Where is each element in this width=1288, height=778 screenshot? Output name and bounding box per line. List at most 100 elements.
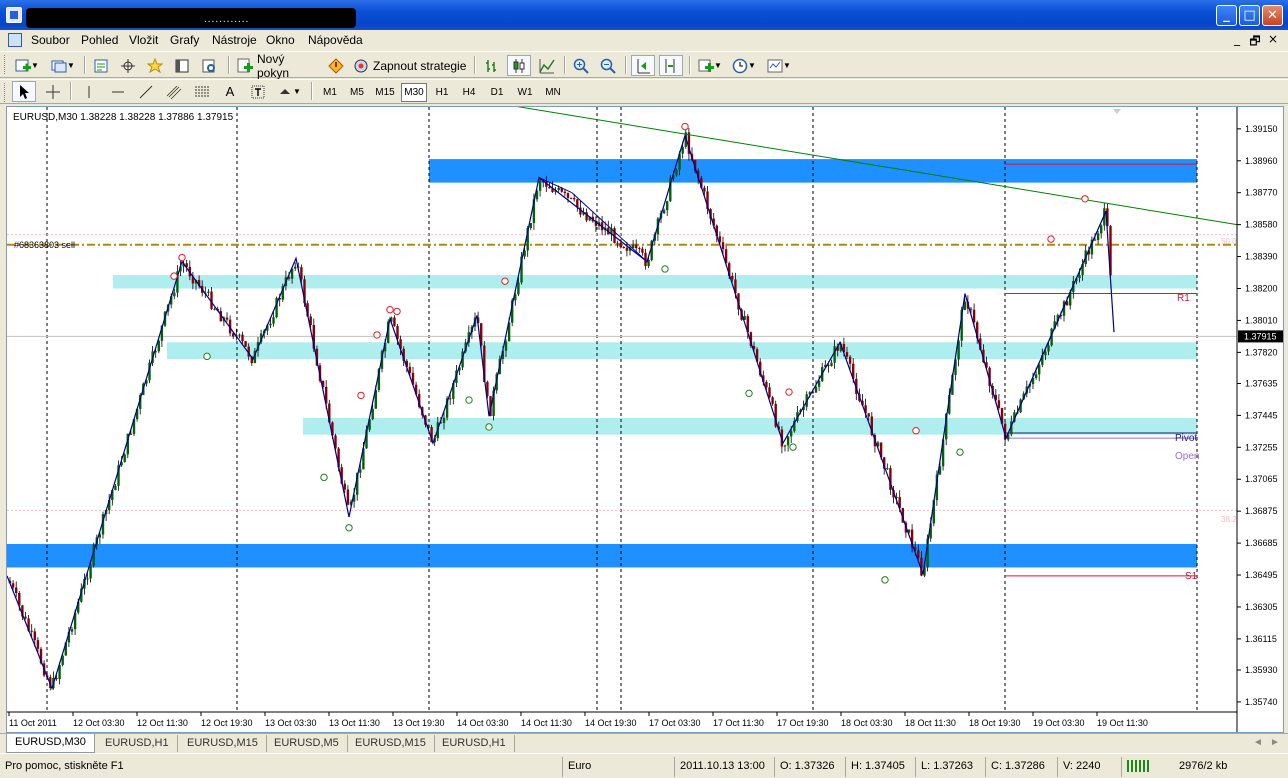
profiles-button[interactable]: ▼ — [48, 55, 78, 76]
mdi-close-button[interactable]: × — [1266, 32, 1280, 46]
timeframe-mn[interactable]: MN — [540, 83, 566, 102]
cursor-button[interactable] — [12, 81, 36, 102]
candle-body — [346, 489, 350, 505]
candle-body — [662, 210, 666, 214]
time-tick-label: 19 Oct 11:30 — [1097, 718, 1148, 728]
menu-napoveda[interactable]: Nápověda — [308, 33, 363, 47]
order-label: #68363803 sell — [14, 240, 75, 250]
r1-label: R1 — [1177, 293, 1190, 304]
new-order-button[interactable]: Nový pokyn — [236, 52, 320, 80]
candle-body — [359, 469, 362, 473]
toolbar-grip[interactable] — [4, 55, 7, 74]
menu-nastroje[interactable]: Nástroje — [212, 33, 257, 47]
vertical-line-button[interactable] — [77, 81, 101, 102]
tab-eurusd-h1-2[interactable]: EURUSD,H1 — [434, 735, 515, 752]
navigator-button[interactable] — [117, 55, 139, 76]
time-tick-label: 14 Oct 03:30 — [457, 718, 509, 728]
candle-body — [783, 445, 787, 447]
timeframe-m30[interactable]: M30 — [401, 83, 427, 102]
fibonacci-button[interactable] — [190, 81, 214, 102]
mdi-restore-button[interactable]: 🗗 — [1248, 32, 1262, 53]
zoom-in-button[interactable] — [570, 55, 592, 76]
timeframe-d1[interactable]: D1 — [485, 83, 509, 102]
market-watch-button[interactable] — [90, 55, 112, 76]
mdi-minimize-button[interactable]: _ — [1230, 32, 1244, 46]
crosshair-button[interactable] — [41, 81, 65, 102]
candle-body — [123, 454, 126, 463]
time-tick-label: 17 Oct 19:30 — [777, 718, 829, 728]
candle-body — [1038, 364, 1041, 375]
new-chart-button[interactable]: ▼ — [12, 55, 42, 76]
indicators-icon — [698, 58, 715, 74]
price-axis[interactable]: 1.39150 1.38960 1.38770 1.38580 1.38390 1.382… — [1237, 124, 1283, 707]
timeframe-w1[interactable]: W1 — [513, 83, 537, 102]
fractal-up-marker — [1047, 235, 1055, 243]
menu-grafy[interactable]: Grafy — [170, 33, 199, 47]
tab-eurusd-m15[interactable]: EURUSD,M15 — [179, 735, 267, 752]
price-levels — [7, 163, 1237, 577]
fractal-down-marker — [485, 423, 493, 431]
price-tick-label: 1.35740 — [1245, 697, 1278, 707]
candles — [8, 127, 1112, 691]
strategy-tester-button[interactable] — [198, 55, 220, 76]
time-axis[interactable]: 11 Oct 2011 12 Oct 03:30 12 Oct 11:30 12 Oc… — [8, 712, 1148, 728]
candlestick-button[interactable] — [507, 55, 531, 76]
expert-advisors-button[interactable]: Zapnout strategie — [352, 55, 468, 76]
menu-soubor[interactable]: Soubor — [31, 33, 70, 47]
templates-button[interactable]: ▼ — [764, 55, 794, 76]
tab-eurusd-m15-2[interactable]: EURUSD,M15 — [347, 735, 435, 752]
candlestick-icon — [511, 58, 527, 74]
equidistant-channel-button[interactable] — [162, 81, 186, 102]
text-button[interactable]: A — [218, 81, 242, 102]
toolbar-grip[interactable] — [4, 83, 7, 102]
tab-scroll-right-icon[interactable]: ► — [1270, 737, 1280, 748]
line-chart-button[interactable] — [536, 55, 558, 76]
zoom-out-button[interactable] — [597, 55, 619, 76]
terminal-button[interactable] — [171, 55, 193, 76]
autoscroll-button[interactable] — [631, 55, 655, 76]
menu-okno[interactable]: Okno — [266, 33, 295, 47]
expert-advisors-icon — [353, 58, 369, 74]
trendline-button[interactable] — [134, 81, 158, 102]
maximize-button[interactable]: □ — [1239, 5, 1260, 26]
title-bar[interactable]: ............ _ □ ✕ — [0, 0, 1288, 30]
chart-window-icon[interactable] — [8, 33, 22, 47]
candle-body — [771, 397, 774, 404]
indicators-button[interactable]: ▼ — [695, 55, 725, 76]
chart-window[interactable]: 1.39150 1.38960 1.38770 1.38580 1.38390 1.382… — [6, 106, 1284, 733]
menu-pohled[interactable]: Pohled — [81, 33, 118, 47]
chart-shift-marker-icon[interactable] — [1113, 109, 1121, 114]
status-connection[interactable]: 2976/2 kb — [1121, 757, 1288, 777]
timeframe-m5[interactable]: M5 — [345, 83, 369, 102]
price-chart[interactable]: 1.39150 1.38960 1.38770 1.38580 1.38390 1.382… — [7, 107, 1283, 732]
app-icon[interactable] — [6, 7, 22, 23]
metaeditor-button[interactable] — [325, 55, 347, 76]
time-tick-label: 12 Oct 03:30 — [73, 718, 125, 728]
candle-body — [442, 417, 446, 423]
bar-chart-button[interactable] — [480, 55, 502, 76]
tab-scroll-left-icon[interactable]: ◄ — [1253, 737, 1263, 748]
timeframe-h4[interactable]: H4 — [457, 83, 481, 102]
text-label-button[interactable] — [246, 81, 270, 102]
timeframe-m15[interactable]: M15 — [372, 83, 398, 102]
horizontal-line-button[interactable] — [106, 81, 130, 102]
arrows-button[interactable]: ▼ — [274, 81, 304, 102]
tab-eurusd-h1[interactable]: EURUSD,H1 — [97, 735, 178, 752]
candle-body — [11, 583, 15, 588]
text-label-icon — [250, 84, 266, 100]
tab-eurusd-m30[interactable]: EURUSD,M30 — [6, 734, 95, 753]
periods-button[interactable]: ▼ — [729, 55, 759, 76]
status-profile[interactable]: Euro — [562, 757, 672, 777]
timeframe-m1[interactable]: M1 — [318, 83, 342, 102]
menu-vlozit[interactable]: Vložit — [129, 33, 158, 47]
chart-shift-button[interactable] — [659, 55, 683, 76]
favorites-button[interactable] — [144, 55, 166, 76]
candle-body — [635, 245, 638, 249]
zigzag-indicator — [7, 133, 1115, 691]
candle-body — [371, 408, 374, 420]
timeframe-h1[interactable]: H1 — [430, 83, 454, 102]
candle-body — [241, 334, 244, 342]
minimize-button[interactable]: _ — [1216, 5, 1237, 26]
close-button[interactable]: ✕ — [1262, 5, 1283, 26]
tab-eurusd-m5[interactable]: EURUSD,M5 — [266, 735, 348, 752]
